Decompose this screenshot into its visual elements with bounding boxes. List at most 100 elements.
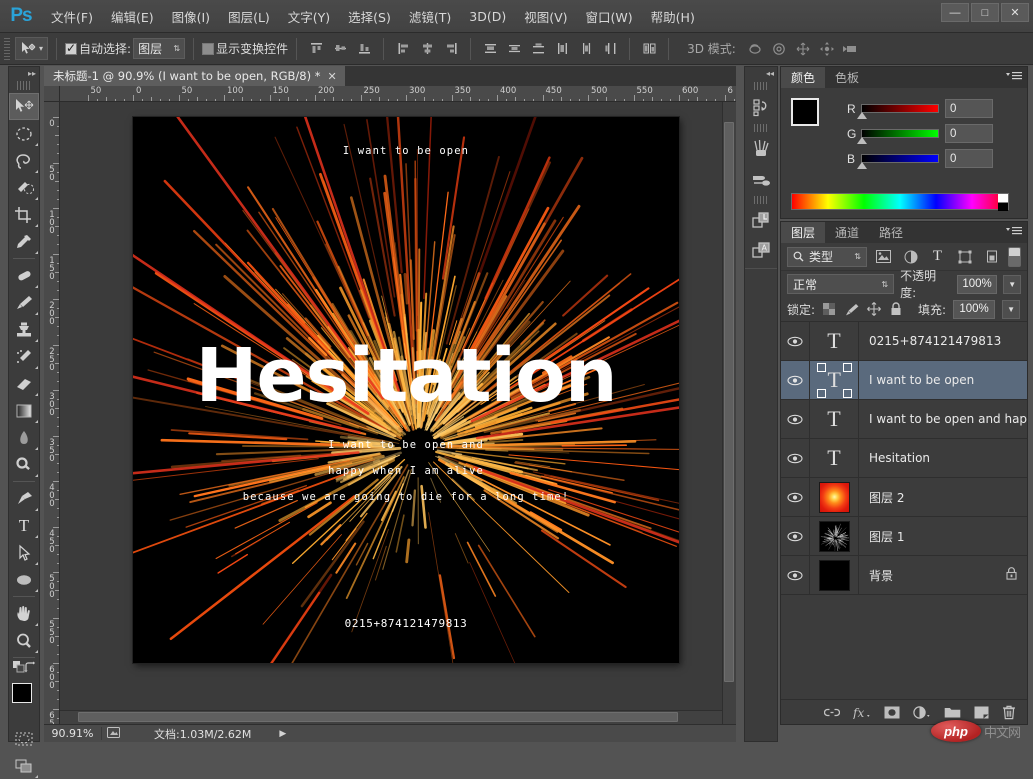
layer-comps-button[interactable] [745, 206, 777, 236]
history-panel-button[interactable] [745, 92, 777, 122]
tool-dodge[interactable] [9, 451, 39, 478]
show-transform-checkbox[interactable] [202, 43, 214, 55]
tool-healing-brush[interactable] [9, 262, 39, 289]
blend-mode-dropdown[interactable]: 正常 ⇅ [787, 274, 894, 294]
layer-visibility-toggle[interactable] [781, 453, 809, 464]
filter-pixel-layers-button[interactable] [873, 247, 894, 267]
tool-zoom[interactable] [9, 627, 39, 654]
orbit-3d-button[interactable] [744, 38, 766, 60]
slide-3d-button[interactable] [816, 38, 838, 60]
channel-b-slider[interactable] [861, 154, 939, 163]
foreground-color-swatch[interactable] [12, 683, 32, 703]
adjustment-layer-button[interactable] [913, 706, 931, 719]
vertical-scrollbar-thumb[interactable] [724, 122, 734, 682]
layer-thumbnail[interactable] [809, 478, 859, 517]
opacity-dropdown-arrow[interactable]: ▼ [1003, 275, 1021, 294]
menu-3d[interactable]: 3D(D) [460, 5, 515, 28]
quick-mask-toggle[interactable] [9, 725, 39, 752]
tool-brush[interactable] [9, 289, 39, 316]
align-right-edges-button[interactable] [440, 38, 462, 60]
layer-name[interactable]: Hesitation [859, 451, 1027, 465]
tool-ellipse[interactable] [9, 566, 39, 593]
table-row[interactable]: T I want to be open [781, 361, 1027, 400]
auto-select-scope-dropdown[interactable]: 图层 ⇅ [133, 38, 185, 59]
menu-select[interactable]: 选择(S) [339, 3, 400, 30]
canvas-horizontal-scrollbar[interactable] [60, 710, 722, 724]
table-row[interactable]: 图层 1 [781, 517, 1027, 556]
tool-hand[interactable] [9, 600, 39, 627]
distribute-horizontal-centers-button[interactable] [575, 38, 597, 60]
distribute-right-edges-button[interactable] [599, 38, 621, 60]
table-row[interactable]: 图层 2 [781, 478, 1027, 517]
table-row[interactable]: T Hesitation [781, 439, 1027, 478]
zoom-3d-button[interactable] [840, 38, 862, 60]
color-panel-foreground-swatch[interactable] [791, 98, 819, 126]
screen-mode-toggle[interactable] [9, 752, 39, 779]
layer-thumbnail[interactable]: T [809, 322, 859, 361]
channel-g-value[interactable]: 0 [945, 124, 993, 143]
zoom-level-field[interactable]: 90.91% [44, 727, 102, 740]
layer-thumbnail[interactable]: T [809, 400, 859, 439]
layer-name[interactable]: I want to be open [859, 373, 1027, 387]
menu-edit[interactable]: 编辑(E) [102, 3, 163, 30]
layer-name[interactable]: 背景 [859, 567, 1006, 584]
tab-channels[interactable]: 通道 [825, 222, 869, 243]
tool-quick-selection[interactable] [9, 174, 39, 201]
lock-all-button[interactable] [888, 302, 903, 317]
minimize-button[interactable]: — [941, 3, 969, 22]
panel-strip-grip[interactable] [754, 82, 768, 90]
vertical-ruler[interactable]: 050100150200250300350400450500550600650 [44, 102, 60, 724]
swap-colors-icon[interactable] [24, 661, 36, 676]
close-button[interactable]: ✕ [1001, 3, 1029, 22]
layer-name[interactable]: 图层 1 [859, 528, 1027, 545]
filter-adjustment-layers-button[interactable] [900, 247, 921, 267]
document-tab[interactable]: 未标题-1 @ 90.9% (I want to be open, RGB/8)… [44, 66, 345, 86]
distribute-left-edges-button[interactable] [551, 38, 573, 60]
layer-mask-button[interactable] [884, 706, 900, 719]
menu-file[interactable]: 文件(F) [42, 3, 102, 30]
character-panel-button[interactable]: A [745, 236, 777, 266]
lock-position-button[interactable] [866, 302, 881, 317]
layer-visibility-toggle[interactable] [781, 570, 809, 581]
channel-r-slider[interactable] [861, 104, 939, 113]
layer-thumbnail[interactable] [809, 517, 859, 556]
layer-visibility-toggle[interactable] [781, 375, 809, 386]
channel-b-knob[interactable] [857, 162, 867, 169]
layer-visibility-toggle[interactable] [781, 531, 809, 542]
menu-layer[interactable]: 图层(L) [219, 3, 279, 30]
panel-strip-grip-2[interactable] [754, 124, 768, 132]
toolbox-grip[interactable] [17, 81, 31, 90]
menu-window[interactable]: 窗口(W) [577, 3, 642, 30]
horizontal-scrollbar-thumb[interactable] [78, 712, 678, 722]
tool-history-brush[interactable] [9, 343, 39, 370]
tab-paths[interactable]: 路径 [869, 222, 913, 243]
layers-panel-menu-icon[interactable] [1006, 226, 1022, 239]
tool-lasso[interactable] [9, 147, 39, 174]
tab-color[interactable]: 颜色 [781, 67, 825, 88]
table-row[interactable]: T I want to be open and hap... [781, 400, 1027, 439]
opacity-value-field[interactable]: 100% [957, 275, 998, 294]
table-row[interactable]: 背景 [781, 556, 1027, 595]
lock-transparent-pixels-button[interactable] [822, 302, 837, 317]
color-panel-menu-icon[interactable] [1006, 71, 1022, 84]
layer-thumbnail[interactable] [809, 556, 859, 595]
menu-type[interactable]: 文字(Y) [279, 3, 339, 30]
layer-style-button[interactable]: fx [853, 706, 871, 719]
options-bar-grip[interactable] [4, 38, 10, 60]
fill-dropdown-arrow[interactable]: ▼ [1002, 300, 1020, 319]
table-row[interactable]: T 0215+874121479813 [781, 322, 1027, 361]
layer-name[interactable]: 0215+874121479813 [859, 334, 1027, 348]
document-thumb-icon[interactable] [102, 727, 124, 741]
maximize-button[interactable]: □ [971, 3, 999, 22]
filter-type-layers-button[interactable]: T [927, 247, 948, 267]
tool-gradient[interactable] [9, 397, 39, 424]
tool-pen[interactable] [9, 485, 39, 512]
filter-smart-object-layers-button[interactable] [981, 247, 1002, 267]
spectrum-white-black-swatch[interactable] [998, 194, 1008, 211]
canvas-vertical-scrollbar[interactable] [722, 102, 736, 724]
layer-visibility-toggle[interactable] [781, 492, 809, 503]
align-bottom-edges-button[interactable] [353, 38, 375, 60]
auto-align-layers-button[interactable] [638, 38, 660, 60]
channel-g-knob[interactable] [857, 137, 867, 144]
tool-move[interactable] [9, 93, 39, 120]
